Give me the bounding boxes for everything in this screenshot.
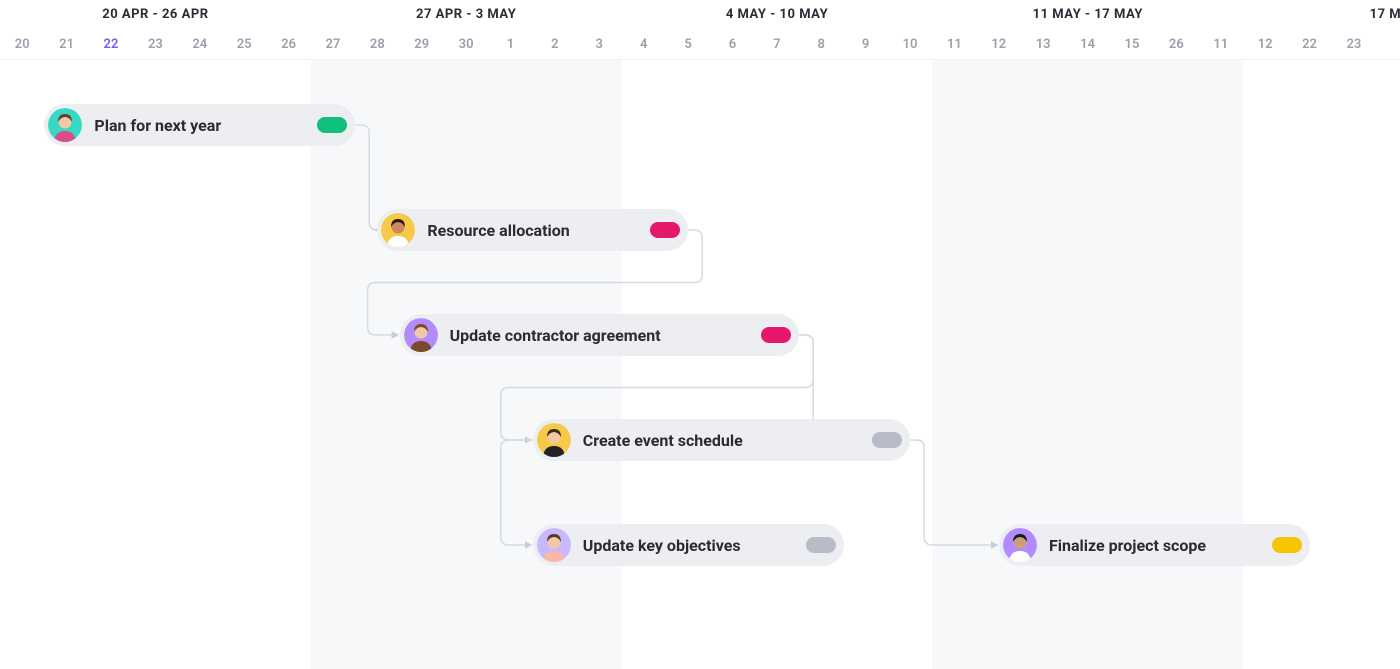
- task-label: Finalize project scope: [1049, 536, 1262, 555]
- day-label: 29: [400, 30, 444, 60]
- day-label: 22: [89, 30, 133, 60]
- assignee-avatar: [1003, 528, 1037, 562]
- day-label: 11: [1199, 30, 1243, 60]
- status-pill: [761, 327, 791, 343]
- task-label: Update key objectives: [583, 536, 796, 555]
- task-label: Create event schedule: [583, 431, 862, 450]
- day-label: 13: [1021, 30, 1065, 60]
- week-row: 20 APR - 26 APR27 APR - 3 MAY4 MAY - 10 …: [0, 0, 1400, 30]
- day-label: 7: [755, 30, 799, 60]
- week-shade: [311, 60, 622, 669]
- day-label: 2: [533, 30, 577, 60]
- week-label: 17 MAY -: [1243, 0, 1400, 30]
- task-bar-update-contractor-agreement[interactable]: Update contractor agreement: [400, 314, 800, 356]
- day-label: 5: [666, 30, 710, 60]
- day-label: 8: [799, 30, 843, 60]
- week-shade: [932, 60, 1243, 669]
- day-label: 27: [311, 30, 355, 60]
- assignee-avatar: [381, 213, 415, 247]
- day-label: 24: [178, 30, 222, 60]
- assignee-avatar: [537, 423, 571, 457]
- day-label: 26: [1154, 30, 1198, 60]
- timeline-header: 20 APR - 26 APR27 APR - 3 MAY4 MAY - 10 …: [0, 0, 1400, 60]
- task-label: Update contractor agreement: [450, 326, 752, 345]
- day-label: 4: [621, 30, 665, 60]
- assignee-avatar: [537, 528, 571, 562]
- status-pill: [806, 537, 836, 553]
- status-pill: [650, 222, 680, 238]
- status-pill: [872, 432, 902, 448]
- gantt-container: 20 APR - 26 APR27 APR - 3 MAY4 MAY - 10 …: [0, 0, 1400, 669]
- status-pill: [317, 117, 347, 133]
- task-label: Resource allocation: [427, 221, 640, 240]
- task-bar-create-event-schedule[interactable]: Create event schedule: [533, 419, 910, 461]
- day-label: 28: [355, 30, 399, 60]
- week-label: 11 MAY - 17 MAY: [932, 0, 1243, 30]
- day-label: 9: [843, 30, 887, 60]
- assignee-avatar: [404, 318, 438, 352]
- day-label: 21: [44, 30, 88, 60]
- day-label: 1: [488, 30, 532, 60]
- assignee-avatar: [48, 108, 82, 142]
- day-label: 23: [1332, 30, 1376, 60]
- day-label: 15: [1110, 30, 1154, 60]
- task-bar-resource-allocation[interactable]: Resource allocation: [377, 209, 688, 251]
- day-label: 20: [0, 30, 44, 60]
- day-label: 22: [1287, 30, 1331, 60]
- day-label: 30: [444, 30, 488, 60]
- day-label: 3: [577, 30, 621, 60]
- day-label: 26: [266, 30, 310, 60]
- task-bar-update-key-objectives[interactable]: Update key objectives: [533, 524, 844, 566]
- day-label: 10: [888, 30, 932, 60]
- day-label: 14: [1065, 30, 1109, 60]
- gantt-body: Plan for next year Resource allocation Upd…: [0, 60, 1400, 669]
- task-label: Plan for next year: [94, 116, 307, 135]
- day-label: 12: [977, 30, 1021, 60]
- day-row: 2021222324252627282930123456789101112131…: [0, 30, 1400, 60]
- day-label: 12: [1243, 30, 1287, 60]
- week-label: 27 APR - 3 MAY: [311, 0, 622, 30]
- task-bar-plan-next-year[interactable]: Plan for next year: [44, 104, 355, 146]
- task-bar-finalize-project-scope[interactable]: Finalize project scope: [999, 524, 1310, 566]
- day-label: 11: [932, 30, 976, 60]
- status-pill: [1272, 537, 1302, 553]
- day-label: 23: [133, 30, 177, 60]
- week-label: 4 MAY - 10 MAY: [622, 0, 933, 30]
- week-label: 20 APR - 26 APR: [0, 0, 311, 30]
- day-label: 6: [710, 30, 754, 60]
- day-label: 25: [222, 30, 266, 60]
